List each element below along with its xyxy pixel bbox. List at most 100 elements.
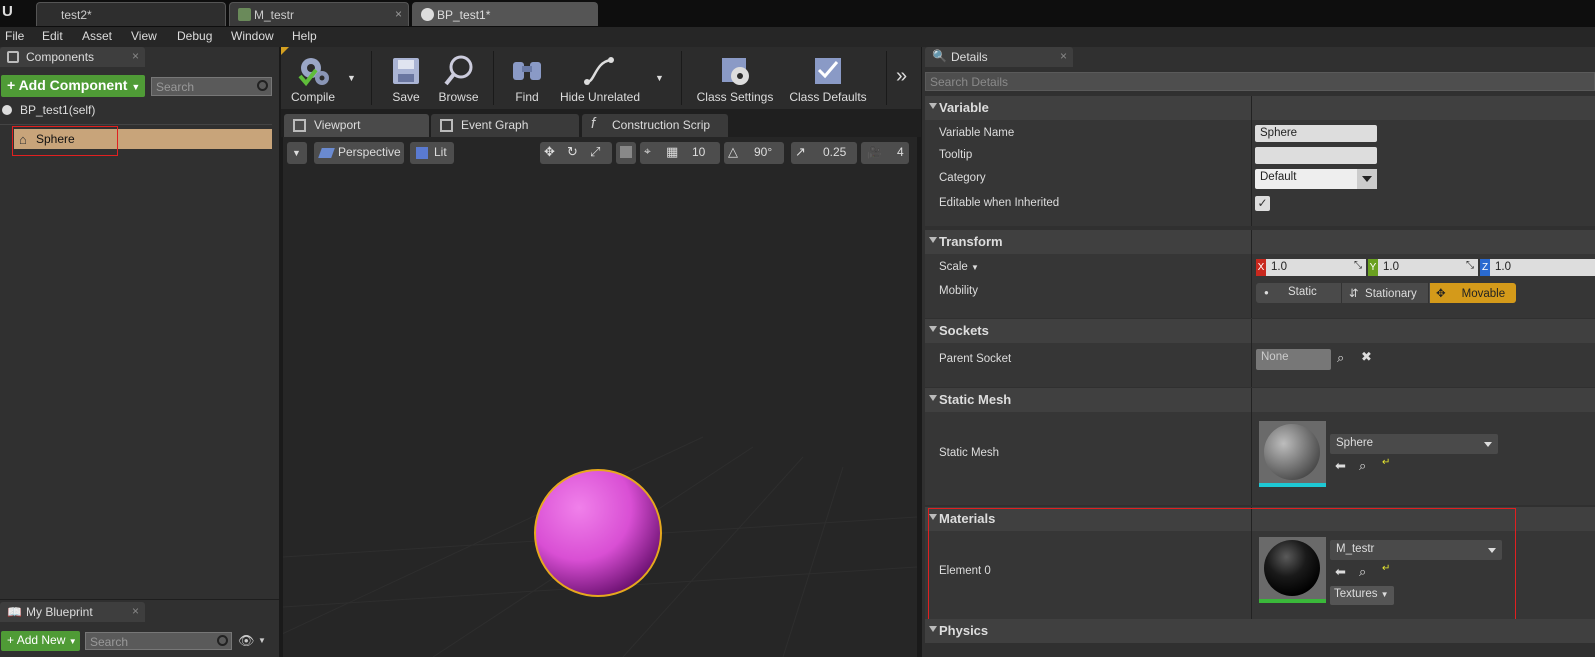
scale-label[interactable]: Scale ▼	[939, 261, 979, 273]
button-label: Class Settings	[696, 90, 774, 104]
tab-details[interactable]: 🔍 Details ×	[925, 47, 1073, 67]
reset-icon[interactable]: ↵	[1382, 457, 1390, 468]
coordinate-system-button[interactable]	[616, 142, 636, 164]
scale-snap-icon[interactable]: ↗	[795, 144, 806, 160]
root-component-row[interactable]: BP_test1(self)	[0, 100, 275, 120]
category-transform[interactable]: Transform	[925, 230, 1595, 254]
category-static-mesh[interactable]: Static Mesh	[925, 388, 1595, 412]
function-icon: f	[591, 115, 596, 132]
sphere-mesh[interactable]	[534, 469, 662, 597]
x-axis-tag: X	[1256, 259, 1266, 276]
transform-tools-group: ✥ ↻ ⤢	[540, 142, 612, 164]
parent-socket-field[interactable]: None	[1256, 349, 1331, 370]
grid-snap-value[interactable]: 10	[692, 145, 705, 159]
separator	[681, 51, 682, 105]
mesh-sphere-icon	[1264, 424, 1320, 480]
details-search-input[interactable]: Search Details	[925, 72, 1595, 91]
chevron-down-icon[interactable]: ▼	[258, 636, 266, 645]
mobility-selector: ● Static ⇵ Stationary ✥ Movable	[1256, 283, 1516, 303]
component-search-input[interactable]: Search	[151, 77, 272, 96]
collapse-arrow-icon	[929, 626, 937, 632]
sockets-section: Parent Socket None ⌕ ✖	[925, 343, 1595, 387]
menu-window[interactable]: Window	[231, 29, 274, 43]
highlight-box	[928, 508, 1516, 621]
tab-test2[interactable]: test2*	[36, 2, 226, 26]
tab-components[interactable]: Components ×	[0, 47, 145, 67]
viewport-options-button[interactable]: ▼	[287, 142, 307, 164]
scale-z-field[interactable]: 1.0	[1490, 259, 1595, 276]
add-new-button[interactable]: + Add New ▼	[1, 631, 80, 651]
hide-unrelated-button[interactable]: Hide Unrelated	[559, 47, 641, 109]
close-icon[interactable]: ×	[1060, 49, 1067, 63]
save-button[interactable]: Save	[381, 47, 431, 109]
close-icon[interactable]: ×	[132, 49, 139, 63]
menu-view[interactable]: View	[131, 29, 157, 43]
clear-icon[interactable]: ✖	[1361, 349, 1372, 365]
mobility-stationary-option[interactable]: ⇵ Stationary	[1343, 283, 1429, 303]
search-icon	[217, 635, 228, 646]
class-settings-button[interactable]: Class Settings	[691, 47, 779, 109]
class-defaults-button[interactable]: Class Defaults	[784, 47, 872, 109]
rotation-snap-icon[interactable]: △	[728, 144, 738, 160]
my-blueprint-search-input[interactable]: Search	[85, 632, 232, 650]
tab-label: Components	[26, 50, 95, 64]
close-icon[interactable]: ×	[395, 7, 402, 21]
eye-icon[interactable]: 👁	[238, 633, 255, 649]
browse-search-icon[interactable]: ⌕	[1359, 458, 1366, 474]
surface-snap-icon[interactable]: ⌖	[644, 144, 651, 159]
viewport[interactable]: ▼ Perspective Lit ✥ ↻ ⤢ ⌖ ▦ 10 △ 90° ↗ 0…	[283, 137, 917, 657]
perspective-button[interactable]: Perspective	[314, 142, 404, 164]
category-sockets[interactable]: Sockets	[925, 319, 1595, 343]
category-physics[interactable]: Physics	[925, 619, 1595, 643]
compile-button[interactable]: Compile	[283, 47, 343, 109]
grid-snap-icon[interactable]: ▦	[666, 144, 678, 160]
category-dropdown[interactable]: Default	[1255, 169, 1377, 189]
mobility-static-option[interactable]: ● Static	[1256, 283, 1342, 303]
find-button[interactable]: Find	[501, 47, 553, 109]
button-label: Add Component	[18, 77, 128, 93]
add-component-button[interactable]: + Add Component ▼	[1, 75, 145, 97]
tab-bp-test1[interactable]: BP_test1*	[412, 2, 598, 26]
scale-y-field[interactable]: 1.0 ⤡	[1378, 259, 1478, 276]
mobility-movable-option[interactable]: ✥ Movable	[1430, 283, 1516, 303]
variable-name-field[interactable]: Sphere	[1255, 125, 1377, 142]
hide-unrelated-chevron-icon[interactable]: ▼	[655, 73, 664, 83]
camera-speed-group[interactable]: 🎥 4	[861, 142, 909, 164]
tab-event-graph[interactable]: Event Graph	[431, 114, 579, 137]
drag-icon: ⤡	[1354, 260, 1362, 271]
scale-x-field[interactable]: 1.0 ⤡	[1266, 259, 1366, 276]
static-mesh-thumbnail[interactable]	[1259, 421, 1326, 487]
toolbar-overflow-icon[interactable]: »	[896, 65, 907, 88]
editable-checkbox[interactable]: ✓	[1255, 196, 1270, 211]
rotate-icon[interactable]: ↻	[567, 144, 578, 160]
unreal-logo-icon[interactable]: U	[2, 3, 22, 23]
menu-file[interactable]: File	[5, 29, 24, 43]
browse-button[interactable]: Browse	[431, 47, 486, 109]
rotation-snap-value[interactable]: 90°	[754, 145, 772, 159]
scale-icon[interactable]: ⤢	[590, 144, 600, 160]
close-icon[interactable]: ×	[132, 604, 139, 618]
static-mesh-dropdown[interactable]: Sphere	[1330, 434, 1498, 454]
menu-debug[interactable]: Debug	[177, 29, 212, 43]
tab-construction-script[interactable]: f Construction Scrip	[582, 114, 728, 137]
compile-options-chevron-icon[interactable]: ▼	[347, 73, 356, 83]
tab-m-testr[interactable]: M_testr ×	[229, 2, 409, 26]
translate-icon[interactable]: ✥	[544, 144, 555, 160]
camera-speed-value: 4	[897, 145, 904, 159]
tab-my-blueprint[interactable]: 📖 My Blueprint ×	[0, 602, 145, 622]
lit-cube-icon	[416, 147, 428, 159]
scale-snap-value[interactable]: 0.25	[823, 145, 846, 159]
category-variable[interactable]: Variable	[925, 96, 1595, 120]
tab-label: test2*	[61, 8, 92, 22]
tab-viewport[interactable]: Viewport	[284, 114, 429, 137]
stationary-icon: ⇵	[1349, 288, 1359, 300]
menu-help[interactable]: Help	[292, 29, 317, 43]
property-label: Mobility	[939, 285, 978, 297]
variable-section: Variable Name Tooltip Category Editable …	[925, 120, 1595, 226]
menu-edit[interactable]: Edit	[42, 29, 63, 43]
search-icon[interactable]: ⌕	[1337, 350, 1344, 366]
tooltip-field[interactable]	[1255, 147, 1377, 164]
use-selected-arrow-icon[interactable]: ⬅	[1335, 458, 1346, 474]
menu-asset[interactable]: Asset	[82, 29, 112, 43]
lit-button[interactable]: Lit	[410, 142, 454, 164]
